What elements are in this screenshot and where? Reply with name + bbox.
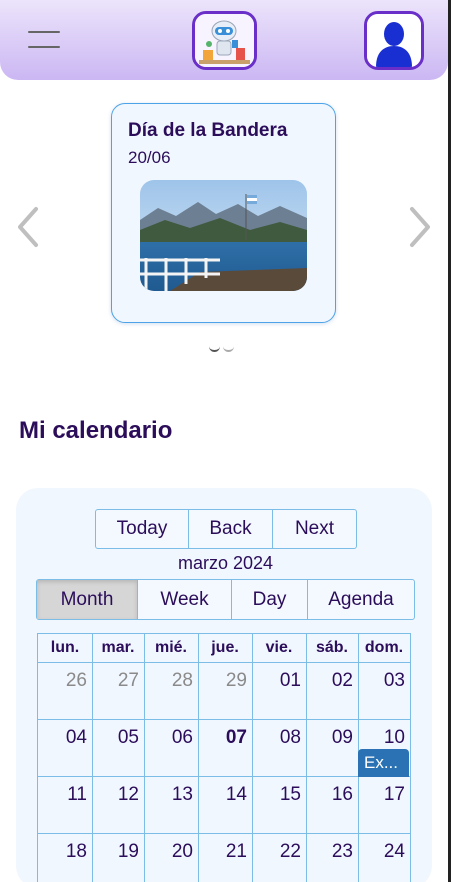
day-cell[interactable]: 08 [252, 720, 306, 776]
day-cell[interactable]: 15 [252, 777, 306, 833]
weekday-header: mar. [101, 639, 135, 656]
carousel-dot[interactable] [223, 341, 234, 352]
day-cell[interactable]: 23 [306, 834, 358, 882]
day-cell[interactable]: 03 [358, 663, 410, 719]
day-number: 19 [117, 841, 139, 862]
day-number: 14 [225, 784, 247, 805]
day-cell[interactable]: 17 [358, 777, 410, 833]
calendar-nav-toolbar: Today Back Next [95, 509, 357, 549]
day-cell[interactable]: 28 [144, 663, 198, 719]
day-number: 12 [117, 784, 139, 805]
day-number: 26 [65, 670, 87, 691]
day-number: 18 [65, 841, 87, 862]
day-cell[interactable]: 06 [144, 720, 198, 776]
day-cell[interactable]: 20 [144, 834, 198, 882]
day-number: 02 [331, 670, 353, 691]
day-number: 08 [279, 727, 301, 748]
day-number: 04 [65, 727, 87, 748]
day-cell[interactable]: 01 [252, 663, 306, 719]
robot-logo-icon[interactable] [192, 11, 257, 70]
day-cell[interactable]: 07 [198, 720, 252, 776]
day-number: 22 [279, 841, 301, 862]
weekday-header: jue. [211, 639, 239, 656]
event-card-date: 20/06 [128, 148, 171, 167]
weekday-header: sáb. [315, 639, 348, 656]
view-week-button[interactable]: Week [138, 580, 232, 619]
chevron-right-icon[interactable] [406, 205, 436, 249]
event-card[interactable]: Día de la Bandera 20/06 [111, 103, 336, 323]
day-cell[interactable]: 12 [92, 777, 144, 833]
view-month-button[interactable]: Month [37, 580, 138, 619]
day-cell[interactable]: 21 [198, 834, 252, 882]
calendar-event-chip[interactable]: Ex... [358, 749, 409, 777]
day-cell[interactable]: 24 [358, 834, 410, 882]
day-cell[interactable]: 13 [144, 777, 198, 833]
event-card-title: Día de la Bandera [128, 120, 288, 141]
day-cell[interactable]: 26 [38, 663, 92, 719]
day-number: 23 [331, 841, 353, 862]
day-cell[interactable]: 05 [92, 720, 144, 776]
day-number: 28 [171, 670, 193, 691]
today-button[interactable]: Today [96, 510, 189, 548]
weekday-header: dom. [364, 639, 404, 656]
day-cell[interactable]: 02 [306, 663, 358, 719]
day-cell[interactable]: 29 [198, 663, 252, 719]
chevron-left-icon[interactable] [12, 205, 42, 249]
view-agenda-button[interactable]: Agenda [308, 580, 414, 619]
weekday-header: vie. [265, 639, 293, 656]
day-cell[interactable]: 27 [92, 663, 144, 719]
view-day-button[interactable]: Day [232, 580, 308, 619]
day-number: 01 [279, 670, 301, 691]
day-number: 03 [383, 670, 405, 691]
day-cell[interactable]: 22 [252, 834, 306, 882]
month-grid: lun. mar. mié. jue. vie. sáb. dom. 26 27 28 29 01 02… [37, 633, 411, 882]
day-number: 27 [117, 670, 139, 691]
day-number: 16 [331, 784, 353, 805]
page-title: Mi calendario [19, 417, 173, 444]
day-number: 21 [225, 841, 247, 862]
calendar-view-switcher: Month Week Day Agenda [36, 579, 415, 620]
weekday-header: lun. [50, 639, 80, 656]
day-number: 13 [171, 784, 193, 805]
day-cell[interactable]: 09 [306, 720, 358, 776]
next-button[interactable]: Next [273, 510, 356, 548]
day-number: 06 [171, 727, 193, 748]
app-header [0, 0, 448, 80]
carousel-dot[interactable] [209, 341, 220, 352]
day-number: 20 [171, 841, 193, 862]
hamburger-menu-icon[interactable] [28, 31, 60, 49]
day-number: 11 [67, 784, 87, 805]
day-number: 10 [383, 727, 405, 748]
day-number: 15 [279, 784, 301, 805]
calendar-month-label: marzo 2024 [177, 553, 274, 573]
back-button[interactable]: Back [189, 510, 273, 548]
carousel-dots [209, 341, 239, 353]
day-cell[interactable]: 11 [38, 777, 92, 833]
user-avatar-icon[interactable] [364, 11, 424, 70]
day-cell[interactable]: 14 [198, 777, 252, 833]
day-number: 17 [383, 784, 405, 805]
day-number: 24 [383, 841, 405, 862]
day-number: 05 [117, 727, 139, 748]
weekday-header: mié. [154, 639, 187, 656]
day-cell[interactable]: 04 [38, 720, 92, 776]
day-cell[interactable]: 19 [92, 834, 144, 882]
day-number: 07 [225, 727, 247, 748]
day-cell[interactable]: 18 [38, 834, 92, 882]
day-cell[interactable]: 16 [306, 777, 358, 833]
event-card-image [140, 180, 307, 291]
day-number: 29 [225, 670, 247, 691]
day-number: 09 [331, 727, 353, 748]
